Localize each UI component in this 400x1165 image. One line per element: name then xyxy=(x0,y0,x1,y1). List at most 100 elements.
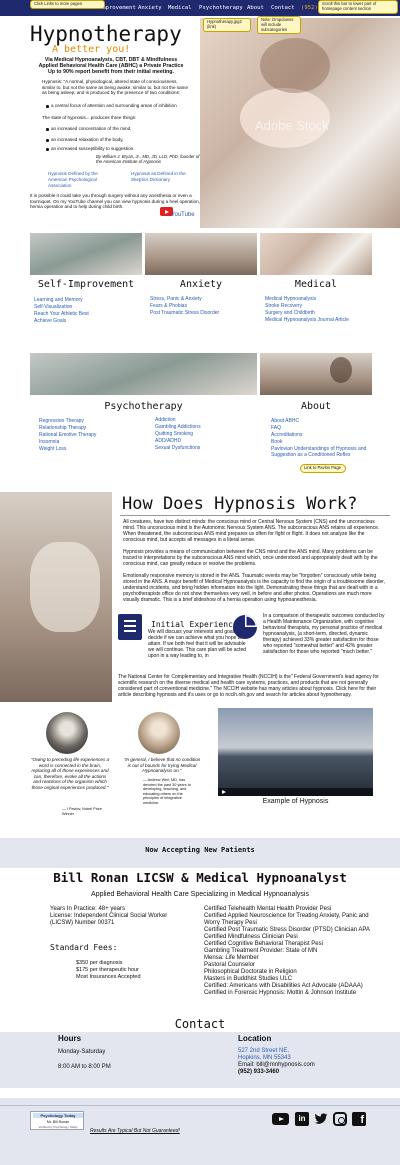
checklist-icon xyxy=(118,614,142,640)
nav-anxiety[interactable]: Anxiety xyxy=(138,5,162,11)
badge-name: Mr. Bill Ronan xyxy=(46,1120,70,1124)
credential-item: Certified Mindfulness Clinician Pesi xyxy=(204,934,298,940)
about-photo xyxy=(260,353,372,395)
hypnosis-definition: Hypnosis: "A normal, physiological, alte… xyxy=(42,79,189,96)
link-athletic-best[interactable]: Reach Your Athletic Best xyxy=(34,311,89,318)
how-paragraph-1: All creatures, have two distinct minds: … xyxy=(123,519,380,543)
hero-tagline: A better you! xyxy=(52,44,131,55)
link-stress-panic[interactable]: Stress, Panic & Anxiety xyxy=(150,296,219,303)
psychotherapy-links-left: Regression Therapy Relationship Therapy … xyxy=(39,418,96,453)
definition-bullet-1: a central focus of attention and surroun… xyxy=(51,103,177,108)
about-links: About ABHC FAQ Accreditations Book Pavlo… xyxy=(271,418,371,458)
link-about-abhc[interactable]: About ABHC xyxy=(271,418,371,425)
credential-item: Mensa: Life Member xyxy=(204,955,259,961)
link-skeptic-definition[interactable]: Hypnosis as Defined in the Skeptics Dict… xyxy=(131,171,191,183)
link-rational-emotive[interactable]: Rational Emotive Therapy xyxy=(39,432,96,439)
hours-times: 8:00 AM to 8:00 PM xyxy=(58,1064,111,1070)
pavlov-author: — I Pavlov, Nobel Prize Winner xyxy=(62,807,102,816)
psychotherapy-links-right: Addiction Gambling Addictions Quitting S… xyxy=(155,417,201,452)
youtube-link[interactable]: YouTube xyxy=(171,212,195,218)
how-title: How Does Hypnosis Work? xyxy=(122,494,358,514)
definition-bullet-4: an increased susceptibility to suggestio… xyxy=(51,146,135,151)
medical-photo xyxy=(260,233,372,275)
link-book[interactable]: Book xyxy=(271,439,371,446)
bullet-dot xyxy=(46,139,49,142)
linkedin-icon[interactable]: in xyxy=(295,1112,309,1126)
nav-note-left: Click Links to more pages xyxy=(30,0,105,9)
contact-title: Contact xyxy=(174,1017,226,1031)
nav-about[interactable]: About xyxy=(247,5,264,11)
how-paragraph-3: Emotionally responsive memory is stored … xyxy=(123,573,386,603)
link-pavlov[interactable]: Pavlovian Understandings of Hypnosis and… xyxy=(271,446,371,458)
link-fears-phobias[interactable]: Fears & Phobias xyxy=(150,303,219,310)
credential-item: Certified Telehealth Mental Health Provi… xyxy=(204,906,332,912)
category-title-anxiety: Anxiety xyxy=(179,279,223,290)
link-relationship-therapy[interactable]: Relationship Therapy xyxy=(39,425,96,432)
pavlov-link-note: Link to Pavlov Page xyxy=(300,464,346,473)
link-gambling[interactable]: Gambling Addictions xyxy=(155,424,201,431)
nav-medical[interactable]: Medical xyxy=(168,5,192,11)
anxiety-photo xyxy=(145,233,257,275)
hours-title: Hours xyxy=(58,1034,82,1043)
anxiety-links: Stress, Panic & Anxiety Fears & Phobias … xyxy=(150,296,219,317)
nav-contact[interactable]: Contact xyxy=(271,5,295,11)
definition-author: By William J. Bryan, Jr., MD, JD, LLD, P… xyxy=(96,154,200,165)
link-self-visualization[interactable]: Self-Visualization xyxy=(34,304,89,311)
link-accreditations[interactable]: Accreditations xyxy=(271,432,371,439)
pavlov-quote: "Owing to preceding life experiences a w… xyxy=(30,757,110,790)
initial-experience-title: Initial Experience xyxy=(151,620,238,629)
link-ptsd[interactable]: Post Traumatic Stress Disorder xyxy=(150,310,219,317)
how-photo xyxy=(0,492,112,702)
link-sexual-dysfunctions[interactable]: Sexual Dysfunctions xyxy=(155,445,201,452)
address-city[interactable]: Hopkins, MN 55343 xyxy=(238,1055,291,1061)
link-learning-memory[interactable]: Learning and Memory xyxy=(34,297,89,304)
credential-item: Certified in Forensic Hypnosis: Mottin &… xyxy=(204,990,357,996)
link-quitting-smoking[interactable]: Quitting Smoking xyxy=(155,431,201,438)
contact-phone[interactable]: (952) 933-3460 xyxy=(238,1069,279,1075)
link-addiction[interactable]: Addiction xyxy=(155,417,201,424)
link-surgery-childbirth[interactable]: Surgery and Childbirth xyxy=(265,310,349,317)
definition-bullet-3: an increased relaxation of the body, xyxy=(51,137,124,142)
definition-state: The state of hypnosis... produces three … xyxy=(42,115,137,120)
contact-email[interactable]: Email: bill@mnhypnosis.com xyxy=(238,1062,315,1068)
link-weight-loss[interactable]: Weight Loss xyxy=(39,446,96,453)
hero-photo: Adobe Stock xyxy=(200,18,400,228)
badge-title: Psychology Today xyxy=(33,1113,83,1118)
twitter-icon[interactable] xyxy=(314,1112,328,1126)
credential-item: Certified Cognitive Behavioral Therapist… xyxy=(204,941,323,947)
psychology-today-badge[interactable]: Psychology Today Mr. Bill Ronan Verified… xyxy=(30,1111,84,1130)
youtube-icon[interactable] xyxy=(272,1113,289,1125)
self-improvement-photo xyxy=(30,233,142,275)
pavlov-portrait xyxy=(46,712,88,754)
credentials-list: Certified Telehealth Mental Health Provi… xyxy=(204,906,374,997)
link-faq[interactable]: FAQ xyxy=(271,425,371,432)
nccih-text: The National Center for Complementary an… xyxy=(118,674,379,698)
link-regression-therapy[interactable]: Regression Therapy xyxy=(39,418,96,425)
facebook-icon[interactable]: f xyxy=(352,1112,366,1126)
link-achieve-goals[interactable]: Achieve Goals xyxy=(34,318,89,325)
hero-photo-note: Hypnotherapy.jpg2 (link) xyxy=(203,18,251,32)
hero-title: Hypnotherapy xyxy=(30,22,182,46)
license: License: Independent Clinical Social Wor… xyxy=(50,913,168,926)
nav-psychotherapy[interactable]: Psychotherapy xyxy=(199,5,243,11)
category-title-self-improvement: Self-Improvement xyxy=(37,279,135,290)
link-insomnia[interactable]: Insomnia xyxy=(39,439,96,446)
category-title-psychotherapy: Psychotherapy xyxy=(104,401,183,412)
photo-watermark: Adobe Stock xyxy=(255,118,329,133)
footer xyxy=(0,1098,400,1165)
link-add-adhd[interactable]: ADD/ADHD xyxy=(155,438,201,445)
link-stroke-recovery[interactable]: Stroke Recovery xyxy=(265,303,349,310)
instagram-icon[interactable] xyxy=(333,1112,347,1126)
video-player[interactable] xyxy=(218,708,373,796)
comparison-text: In a comparison of therapeutic outcomes … xyxy=(263,613,385,655)
address-street[interactable]: 527 2nd Street NE, xyxy=(238,1048,289,1054)
link-apa-definition[interactable]: Hypnosis Defined by the American Psychol… xyxy=(48,171,108,189)
hero-subtitle-3: Up to 90% report benefit from their init… xyxy=(48,69,174,75)
video-play-icon[interactable] xyxy=(222,790,226,794)
link-medical-hypnoanalysis[interactable]: Medical Hypnoanalysis xyxy=(265,296,349,303)
credential-item: Gambling Treatment Provider: State of MN xyxy=(204,948,318,954)
link-journal-article[interactable]: Medical Hypnoanalysis Journal Article xyxy=(265,317,349,324)
category-title-medical: Medical xyxy=(294,279,338,290)
location-title: Location xyxy=(238,1034,272,1043)
bullet-dot xyxy=(46,128,49,131)
